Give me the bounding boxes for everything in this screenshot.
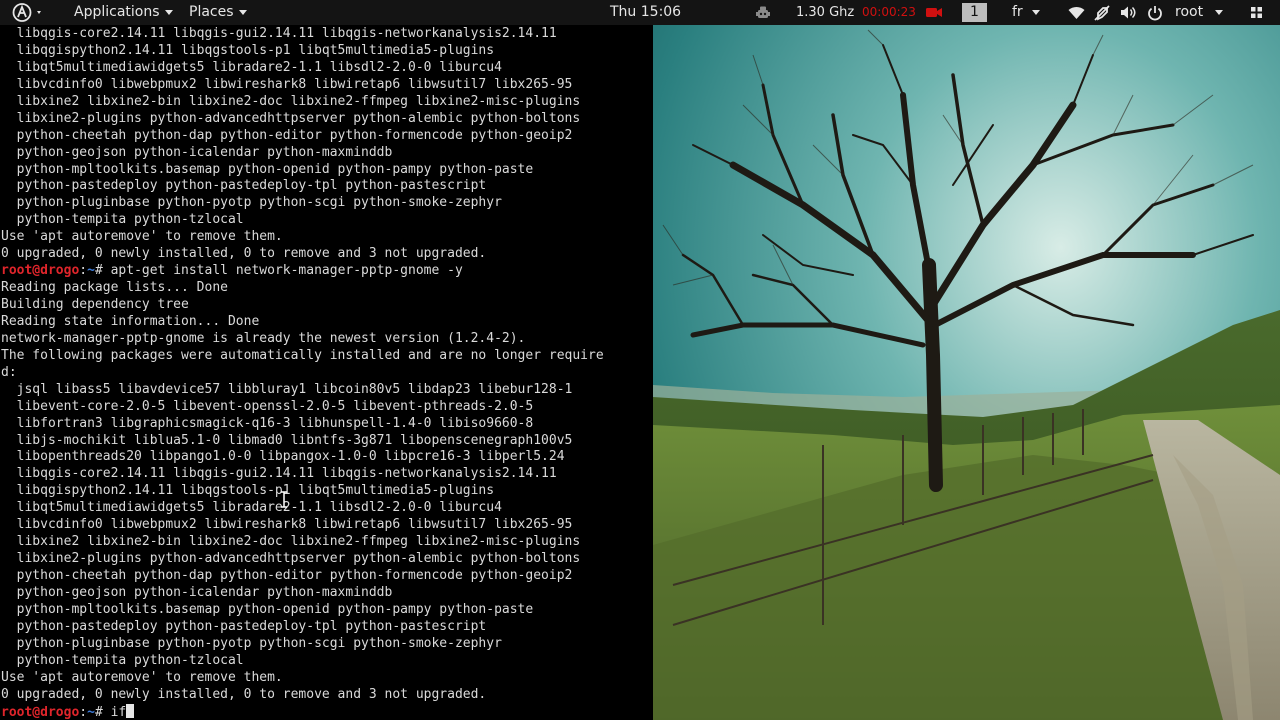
- user-menu[interactable]: root: [1175, 0, 1224, 25]
- applications-menu[interactable]: Applications: [74, 0, 173, 25]
- prompt-path: ~: [87, 263, 95, 279]
- output-line: libxine2 libxine2-bin libxine2-doc libxi…: [1, 534, 581, 550]
- output-line: python-tempita python-tzlocal: [1, 652, 244, 668]
- clock[interactable]: Thu 15:06: [610, 0, 681, 25]
- user-label: root: [1175, 4, 1204, 20]
- desktop-wallpaper: [653, 25, 1280, 720]
- output-line: libqgis-core2.14.11 libqgis-gui2.14.11 l…: [1, 26, 557, 41]
- output-line: python-mpltoolkits.basemap python-openid…: [1, 161, 534, 177]
- prompt-line: root@drogo:~# apt-get install network-ma…: [1, 263, 653, 280]
- command-text: if: [110, 704, 127, 720]
- workspace-indicator[interactable]: 1: [962, 3, 987, 22]
- prompt-path: ~: [87, 704, 95, 720]
- wifi-icon[interactable]: [1068, 5, 1085, 21]
- output-line: Building dependency tree: [1, 297, 189, 312]
- keyboard-layout-label: fr: [1012, 4, 1023, 20]
- text-cursor-icon: [281, 491, 287, 508]
- output-line: jsql libass5 libavdevice57 libbluray1 li…: [1, 381, 573, 397]
- output-line: python-pastedeploy python-pastedeploy-tp…: [1, 178, 487, 194]
- robot-icon[interactable]: [755, 5, 771, 21]
- output-line: Use 'apt autoremove' to remove them.: [1, 669, 283, 685]
- output-line: libqgispython2.14.11 libqgstools-p1 libq…: [1, 483, 495, 499]
- prompt-user: root@drogo: [1, 263, 80, 279]
- output-line: Reading state information... Done: [1, 313, 260, 329]
- prompt-symbol: #: [94, 263, 103, 279]
- chevron-down-icon: [1215, 9, 1224, 15]
- output-line: libqt5multimediawidgets5 libradare2-1.1 …: [1, 500, 502, 516]
- kali-dragon-icon: [12, 3, 41, 22]
- output-line: python-pluginbase python-pyotp python-sc…: [1, 635, 502, 651]
- terminal-cursor: [126, 703, 135, 718]
- camera-icon[interactable]: [926, 6, 942, 20]
- landscape-tree-image: [653, 25, 1280, 720]
- places-label: Places: [189, 4, 234, 20]
- output-line: libfortran3 libgraphicsmagick-q16-3 libh…: [1, 415, 534, 431]
- output-line: libqt5multimediawidgets5 libradare2-1.1 …: [1, 59, 502, 75]
- vpn-off-icon[interactable]: [1094, 5, 1110, 21]
- output-line: libqgis-core2.14.11 libqgis-gui2.14.11 l…: [1, 466, 557, 482]
- output-line: network-manager-pptp-gnome is already th…: [1, 330, 526, 346]
- output-line: python-geojson python-icalendar python-m…: [1, 584, 393, 600]
- output-line: python-cheetah python-dap python-editor …: [1, 127, 573, 143]
- output-line: libvcdinfo0 libwebpmux2 libwireshark8 li…: [1, 517, 573, 533]
- activities-button[interactable]: [12, 0, 44, 25]
- timer-text: 00:00:23: [862, 5, 916, 19]
- output-line: libvcdinfo0 libwebpmux2 libwireshark8 li…: [1, 76, 573, 92]
- output-line: libxine2-plugins python-advancedhttpserv…: [1, 110, 581, 126]
- volume-icon[interactable]: [1120, 5, 1137, 21]
- output-line: python-tempita python-tzlocal: [1, 212, 244, 228]
- prompt-line: root@drogo:~# if: [1, 703, 653, 720]
- output-line: python-mpltoolkits.basemap python-openid…: [1, 601, 534, 617]
- output-line: python-geojson python-icalendar python-m…: [1, 144, 393, 160]
- command-text: apt-get install network-manager-pptp-gno…: [110, 263, 463, 279]
- output-line: libopenthreads20 libpango1.0-0 libpangox…: [1, 449, 565, 465]
- output-line: Reading package lists... Done: [1, 280, 228, 296]
- chevron-down-icon: [164, 9, 173, 15]
- output-line: libxine2 libxine2-bin libxine2-doc libxi…: [1, 93, 581, 109]
- output-line: python-pluginbase python-pyotp python-sc…: [1, 195, 502, 211]
- chevron-down-icon: [1031, 9, 1040, 15]
- output-line: The following packages were automaticall…: [1, 347, 604, 363]
- output-line: libjs-mochikit liblua5.1-0 libmad0 libnt…: [1, 432, 573, 448]
- recording-timer[interactable]: 00:00:23: [862, 0, 916, 25]
- output-line: libxine2-plugins python-advancedhttpserv…: [1, 551, 581, 567]
- prompt-separator: :: [79, 704, 88, 720]
- terminal-output: libqgis-core2.14.11 libqgis-gui2.14.11 l…: [1, 26, 653, 720]
- chevron-down-icon: [238, 9, 247, 15]
- output-line: libqgispython2.14.11 libqgstools-p1 libq…: [1, 42, 495, 58]
- keyboard-layout-menu[interactable]: fr: [1012, 0, 1040, 25]
- output-line: python-cheetah python-dap python-editor …: [1, 568, 573, 583]
- output-line: Use 'apt autoremove' to remove them.: [1, 229, 283, 245]
- cpu-frequency[interactable]: 1.30 Ghz: [796, 0, 854, 25]
- prompt-symbol: #: [94, 704, 103, 720]
- output-line: 0 upgraded, 0 newly installed, 0 to remo…: [1, 246, 487, 262]
- places-menu[interactable]: Places: [189, 0, 247, 25]
- prompt-separator: :: [79, 263, 88, 279]
- prompt-user: root@drogo: [1, 704, 80, 720]
- output-line: d:: [1, 364, 17, 380]
- output-line: libevent-core-2.0-5 libevent-openssl-2.0…: [1, 398, 534, 414]
- output-line: python-pastedeploy python-pastedeploy-tp…: [1, 618, 487, 634]
- power-icon[interactable]: [1147, 5, 1163, 21]
- app-grid-icon[interactable]: [1251, 7, 1262, 19]
- output-line: 0 upgraded, 0 newly installed, 0 to remo…: [1, 686, 487, 702]
- top-panel: Applications Places Thu 15:06 1.30 Ghz 0…: [0, 0, 1280, 25]
- applications-label: Applications: [74, 4, 160, 20]
- terminal-window[interactable]: libqgis-core2.14.11 libqgis-gui2.14.11 l…: [0, 25, 653, 720]
